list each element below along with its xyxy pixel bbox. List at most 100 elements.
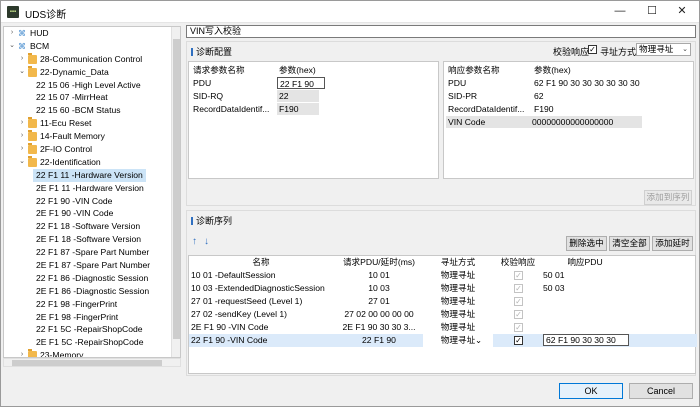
addressing-select[interactable]: 物理寻址 ⌄: [636, 43, 691, 56]
tree-item[interactable]: 22 F1 11 -Hardware Version: [4, 168, 172, 182]
seq-request-cell: 27 02 00 00 00 00: [344, 309, 414, 319]
tree-item[interactable]: › ⌘ HUD: [4, 27, 172, 40]
ok-button[interactable]: OK: [559, 383, 623, 399]
seq-request-cell: 10 03: [368, 283, 390, 293]
tree-item[interactable]: 22 F1 90 -VIN Code: [4, 195, 172, 208]
seq-response-cell: 50 03: [543, 283, 565, 293]
seq-header-addressing: 寻址方式: [440, 257, 476, 267]
seq-request-cell: 10 01: [368, 270, 390, 280]
sequence-row[interactable]: 10 03 -ExtendedDiagnosticSession 10 03 物理寻…: [189, 282, 697, 295]
expand-arrow-icon[interactable]: ⌄: [18, 156, 26, 169]
tree-horizontal-scrollbar[interactable]: [3, 358, 181, 367]
move-down-icon[interactable]: ↓: [204, 236, 209, 247]
req-param-value[interactable]: F190: [277, 103, 319, 115]
tree-vscroll-thumb[interactable]: [173, 39, 180, 339]
expand-arrow-icon[interactable]: ⌄: [8, 40, 16, 53]
tree-item[interactable]: 22 F1 98 -FingerPrint: [4, 298, 172, 311]
collapse-arrow-icon[interactable]: ›: [18, 117, 26, 130]
tree-item[interactable]: › 11-Ecu Reset: [4, 117, 172, 130]
sequence-row[interactable]: 27 02 -sendKey (Level 1) 27 02 00 00 00 0…: [189, 308, 697, 321]
close-button[interactable]: ✕: [667, 1, 697, 23]
window-title: UDS诊断: [25, 10, 67, 21]
seq-header-name: 名称: [252, 257, 270, 267]
seq-response-cell[interactable]: 62 F1 90 30 30 30: [543, 334, 629, 346]
tree-item-label: 28-Communication Control: [40, 53, 143, 64]
tree-item-label: 22 F1 11 -Hardware Version: [33, 168, 146, 182]
tree-item[interactable]: ⌄ ⌘ BCM: [4, 40, 172, 53]
verify-response-checkbox[interactable]: ✓: [588, 45, 597, 54]
seq-name-cell: 2E F1 90 -VIN Code: [191, 322, 269, 332]
collapse-arrow-icon[interactable]: ›: [18, 130, 26, 143]
req-param-value[interactable]: 22 F1 90: [277, 77, 325, 89]
ecu-icon: ⌘: [18, 41, 26, 51]
tree-item-label: 22-Identification: [40, 156, 101, 167]
folder-icon: [28, 65, 37, 77]
tree-item[interactable]: › 28-Communication Control: [4, 52, 172, 66]
add-delay-button[interactable]: 添加延时: [652, 236, 693, 251]
collapse-arrow-icon[interactable]: ›: [18, 53, 26, 66]
tree-item[interactable]: ⌄ 22-Dynamic_Data: [4, 65, 172, 79]
collapse-arrow-icon[interactable]: ›: [18, 349, 26, 357]
tree-item-label: 2E F1 90 -VIN Code: [36, 208, 114, 219]
folder-icon: [28, 52, 37, 64]
tree-item[interactable]: 22 15 60 -BCM Status: [4, 104, 172, 117]
expand-arrow-icon[interactable]: ⌄: [18, 66, 26, 79]
verify-checkbox[interactable]: ✓: [514, 297, 523, 306]
cancel-button[interactable]: Cancel: [629, 383, 693, 399]
sequence-row[interactable]: 22 F1 90 -VIN Code 22 F1 90 物理寻址 ✓ 62 F1 90 …: [189, 334, 697, 347]
verify-checkbox[interactable]: ✓: [514, 310, 523, 319]
folder-icon: [28, 130, 37, 142]
verify-checkbox[interactable]: ✓: [514, 271, 523, 280]
sequence-row[interactable]: 2E F1 90 -VIN Code 2E F1 90 30 30 3... 物理寻…: [189, 321, 697, 334]
ecu-icon: ⌘: [18, 29, 26, 38]
tree-item[interactable]: 2E F1 18 -Software Version: [4, 233, 172, 246]
tree-item[interactable]: 22 F1 18 -Software Version: [4, 220, 172, 233]
service-title-field[interactable]: VIN写入校验: [186, 25, 696, 38]
maximize-button[interactable]: ☐: [637, 1, 667, 23]
tree-item[interactable]: 22 15 06 -High Level Active: [4, 79, 172, 92]
tree-item[interactable]: 2E F1 98 -FingerPrint: [4, 311, 172, 324]
verify-response-label: 校验响应: [553, 47, 590, 57]
addressing-select-value: 物理寻址: [639, 44, 674, 54]
tree-hscroll-thumb[interactable]: [12, 360, 162, 366]
tree-item[interactable]: › 14-Fault Memory: [4, 130, 172, 143]
service-tree[interactable]: › ⌘ HUD ⌄ ⌘ BCM › 28-Communication Control ⌄ 22-D…: [3, 26, 181, 358]
sequence-row[interactable]: 27 01 -requestSeed (Level 1) 27 01 物理寻址 ✓: [189, 295, 697, 308]
verify-checkbox[interactable]: ✓: [514, 284, 523, 293]
collapse-arrow-icon[interactable]: ›: [18, 143, 26, 156]
tree-item[interactable]: 22 F1 5C -RepairShopCode: [4, 323, 172, 336]
request-params-grid: 请求参数名称 参数(hex) PDU 22 F1 90 SID-RQ 22 Re…: [188, 61, 439, 179]
verify-checkbox[interactable]: ✓: [514, 336, 523, 345]
tree-item[interactable]: 2E F1 87 -Spare Part Number: [4, 259, 172, 272]
chevron-down-icon[interactable]: ⌄: [475, 334, 485, 347]
collapse-arrow-icon[interactable]: ›: [8, 27, 16, 40]
seq-request-cell: 27 01: [368, 296, 390, 306]
tree-vertical-scrollbar[interactable]: [171, 27, 180, 357]
tree-item[interactable]: › 23-Memory: [4, 349, 172, 357]
tree-item[interactable]: 2E F1 90 -VIN Code: [4, 207, 172, 220]
add-to-sequence-button[interactable]: 添加到序列: [644, 190, 692, 205]
tree-item-label: 22 15 60 -BCM Status: [36, 105, 121, 116]
resp-param-name: RecordDataIdentif...: [448, 104, 525, 114]
tree-item[interactable]: 22 15 07 -MirrHeat: [4, 91, 172, 104]
tree-item[interactable]: › 2F-IO Control: [4, 143, 172, 156]
addressing-label: 寻址方式: [600, 47, 637, 57]
delete-selected-button[interactable]: 删除选中: [566, 236, 607, 251]
sequence-row[interactable]: 10 01 -DefaultSession 10 01 物理寻址 ✓ 50 01: [189, 269, 697, 282]
tree-item[interactable]: 2E F1 5C -RepairShopCode: [4, 336, 172, 349]
resp-param-value[interactable]: 00000000000000000: [530, 116, 642, 128]
verify-checkbox[interactable]: ✓: [514, 323, 523, 332]
tree-item[interactable]: 2E F1 11 -Hardware Version: [4, 182, 172, 195]
tree-item[interactable]: 22 F1 87 -Spare Part Number: [4, 246, 172, 259]
tree-item[interactable]: 22 F1 86 -Diagnostic Session: [4, 272, 172, 285]
tree-item-label: HUD: [30, 28, 49, 38]
clear-all-button[interactable]: 清空全部: [609, 236, 650, 251]
req-param-value[interactable]: 22: [277, 90, 319, 102]
tree-item[interactable]: 2E F1 86 -Diagnostic Session: [4, 285, 172, 298]
tree-item[interactable]: ⌄ 22-Identification: [4, 155, 172, 169]
tree-item-label: BCM: [30, 40, 50, 51]
move-up-icon[interactable]: ↑: [192, 236, 197, 247]
minimize-button[interactable]: —: [605, 1, 635, 23]
tree-item-label: 22 F1 86 -Diagnostic Session: [36, 272, 149, 283]
tree-item-label: 22 F1 18 -Software Version: [36, 221, 141, 232]
